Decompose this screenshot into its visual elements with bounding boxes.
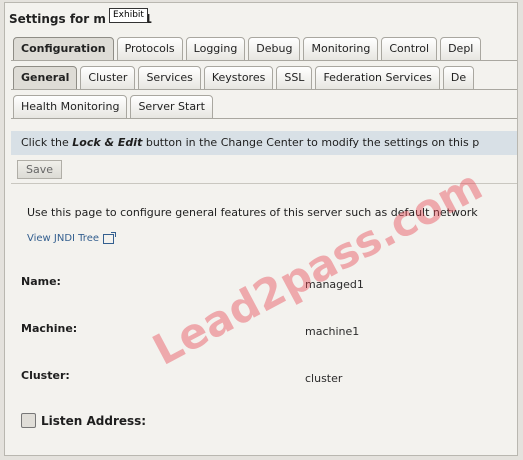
tab-divider xyxy=(11,89,517,90)
machine-value: machine1 xyxy=(305,325,360,338)
tab-server-start[interactable]: Server Start xyxy=(130,95,213,119)
tab-health-monitoring[interactable]: Health Monitoring xyxy=(13,95,128,119)
machine-label: Machine: xyxy=(21,322,78,335)
settings-panel: Settings for m1 Exhibit Configuration Pr… xyxy=(4,2,518,456)
watermark: Lead2pass.com xyxy=(144,160,490,375)
field-help-icon[interactable] xyxy=(21,413,36,428)
tab-protocols[interactable]: Protocols xyxy=(116,37,183,61)
tab-general[interactable]: General xyxy=(13,66,78,90)
tab-control[interactable]: Control xyxy=(381,37,438,61)
tab-logging[interactable]: Logging xyxy=(185,37,246,61)
tab-federation-services[interactable]: Federation Services xyxy=(315,66,440,90)
lock-edit-notice: Click the Lock & Edit button in the Chan… xyxy=(11,131,517,155)
tab-deployments[interactable]: Depl xyxy=(440,37,482,61)
tertiary-tab-bar: Health Monitoring Server Start xyxy=(13,95,213,119)
tab-cluster[interactable]: Cluster xyxy=(80,66,136,90)
view-jndi-tree-link[interactable]: View JNDI Tree xyxy=(27,231,117,244)
tab-ssl[interactable]: SSL xyxy=(276,66,313,90)
tab-monitoring[interactable]: Monitoring xyxy=(303,37,379,61)
primary-tab-bar: Configuration Protocols Logging Debug Mo… xyxy=(13,37,482,61)
notice-text-before: Click the xyxy=(21,136,73,149)
cluster-value: cluster xyxy=(305,372,343,385)
tab-deployment[interactable]: De xyxy=(442,66,475,90)
listen-address-label: Listen Address: xyxy=(41,413,147,428)
external-link-icon xyxy=(103,231,117,244)
view-jndi-tree-label: View JNDI Tree xyxy=(27,233,100,244)
notice-text-after: button in the Change Center to modify th… xyxy=(142,136,480,149)
notice-lock-edit: Lock & Edit xyxy=(72,136,143,149)
page-title-text: Settings for m xyxy=(9,12,106,26)
tab-divider xyxy=(11,118,517,119)
name-label: Name: xyxy=(21,275,61,288)
save-button[interactable]: Save xyxy=(17,160,63,179)
tab-divider xyxy=(11,60,517,61)
listen-address-row: Listen Address: xyxy=(21,413,146,428)
tab-services[interactable]: Services xyxy=(138,66,201,90)
tab-configuration[interactable]: Configuration xyxy=(13,37,114,61)
tab-debug[interactable]: Debug xyxy=(248,37,301,61)
cluster-label: Cluster: xyxy=(21,369,70,382)
exhibit-badge: Exhibit xyxy=(109,8,148,23)
tab-keystores[interactable]: Keystores xyxy=(203,66,274,90)
secondary-tab-bar: General Cluster Services Keystores SSL F… xyxy=(13,66,475,90)
